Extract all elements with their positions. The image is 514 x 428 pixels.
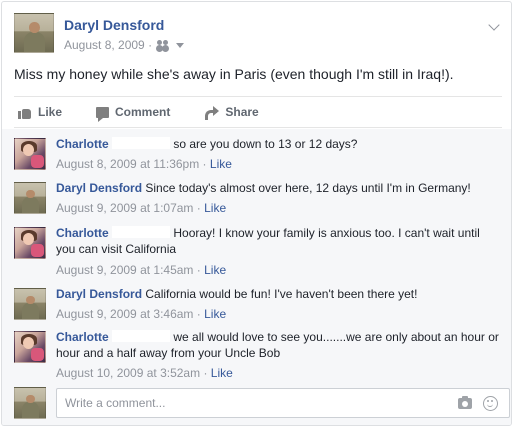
comment-text: so are you down to 13 or 12 days? [173,137,358,151]
comment-meta: August 9, 2009 at 1:45am · Like [56,263,227,277]
comment-author[interactable]: Charlotte [56,330,109,344]
comment-input[interactable] [56,388,510,418]
composer-avatar [14,387,46,419]
like-button[interactable]: Like [14,105,62,119]
friends-icon[interactable] [156,40,170,50]
comment-body: Charlotte Hooray! I know your family is … [56,225,502,257]
speech-bubble-icon [96,106,110,122]
commenter-avatar[interactable] [14,227,46,259]
comments-section: Charlotte so are you down to 13 or 12 da… [2,129,511,425]
comment-author[interactable]: Charlotte [56,137,109,151]
post-card: Daryl Densford August 8, 2009 · Miss my … [1,1,512,426]
share-arrow-icon [204,106,220,120]
share-label: Share [225,105,259,119]
comment-text: Since today's almost over here, 12 days … [145,181,471,195]
post-author-name[interactable]: Daryl Densford [64,17,164,33]
post-actions: Like Comment Share [14,96,502,128]
comment-body: Charlotte so are you down to 13 or 12 da… [56,136,502,152]
redacted-name [112,226,171,238]
comment-meta: August 8, 2009 at 11:36pm · Like [56,157,232,171]
comment-like-link[interactable]: Like [204,263,226,277]
comment-label: Comment [115,105,171,119]
comment-author[interactable]: Daryl Densford [56,287,142,301]
post-date[interactable]: August 8, 2009 · [64,38,152,52]
comment-body: Daryl Densford Since today's almost over… [56,180,502,196]
commenter-avatar[interactable] [14,182,46,214]
author-avatar[interactable] [14,13,54,53]
comment-author[interactable]: Charlotte [56,226,109,240]
comment-timestamp[interactable]: August 10, 2009 at 3:52am [56,366,200,380]
comment-timestamp[interactable]: August 9, 2009 at 1:07am [56,201,193,215]
comment-composer [14,387,510,421]
redacted-name [112,137,171,149]
chevron-down-icon[interactable] [488,19,500,31]
comment-meta: August 10, 2009 at 3:52am · Like [56,366,233,380]
comment-button[interactable]: Comment [92,105,171,122]
camera-icon[interactable] [458,396,472,409]
comment-author[interactable]: Daryl Densford [56,181,142,195]
redacted-name [112,330,171,342]
commenter-avatar[interactable] [14,331,46,363]
comment-timestamp[interactable]: August 9, 2009 at 3:46am [56,307,193,321]
like-label: Like [38,105,63,119]
comment-like-link[interactable]: Like [204,307,226,321]
comment-timestamp[interactable]: August 8, 2009 at 11:36pm [56,157,199,171]
comment-meta: August 9, 2009 at 3:46am · Like [56,307,227,321]
commenter-avatar[interactable] [14,288,46,320]
comment-body: Charlotte we all would love to see you..… [56,329,502,361]
caret-down-icon[interactable] [176,42,185,48]
comment-text: California would be fun! I've haven't be… [145,287,418,301]
post-text: Miss my honey while she's away in Paris … [14,66,454,82]
comment-timestamp[interactable]: August 9, 2009 at 1:45am [56,263,193,277]
comment-like-link[interactable]: Like [204,201,226,215]
comment-meta: August 9, 2009 at 1:07am · Like [56,201,227,215]
thumbs-up-icon [18,106,32,119]
post-header: Daryl Densford August 8, 2009 · [14,13,502,55]
smiley-icon[interactable] [483,396,498,411]
commenter-avatar[interactable] [14,138,46,170]
comment-like-link[interactable]: Like [210,157,232,171]
comment-body: Daryl Densford California would be fun! … [56,286,502,302]
share-button[interactable]: Share [200,105,259,120]
post-meta: August 8, 2009 · [64,38,185,52]
comment-like-link[interactable]: Like [211,366,233,380]
